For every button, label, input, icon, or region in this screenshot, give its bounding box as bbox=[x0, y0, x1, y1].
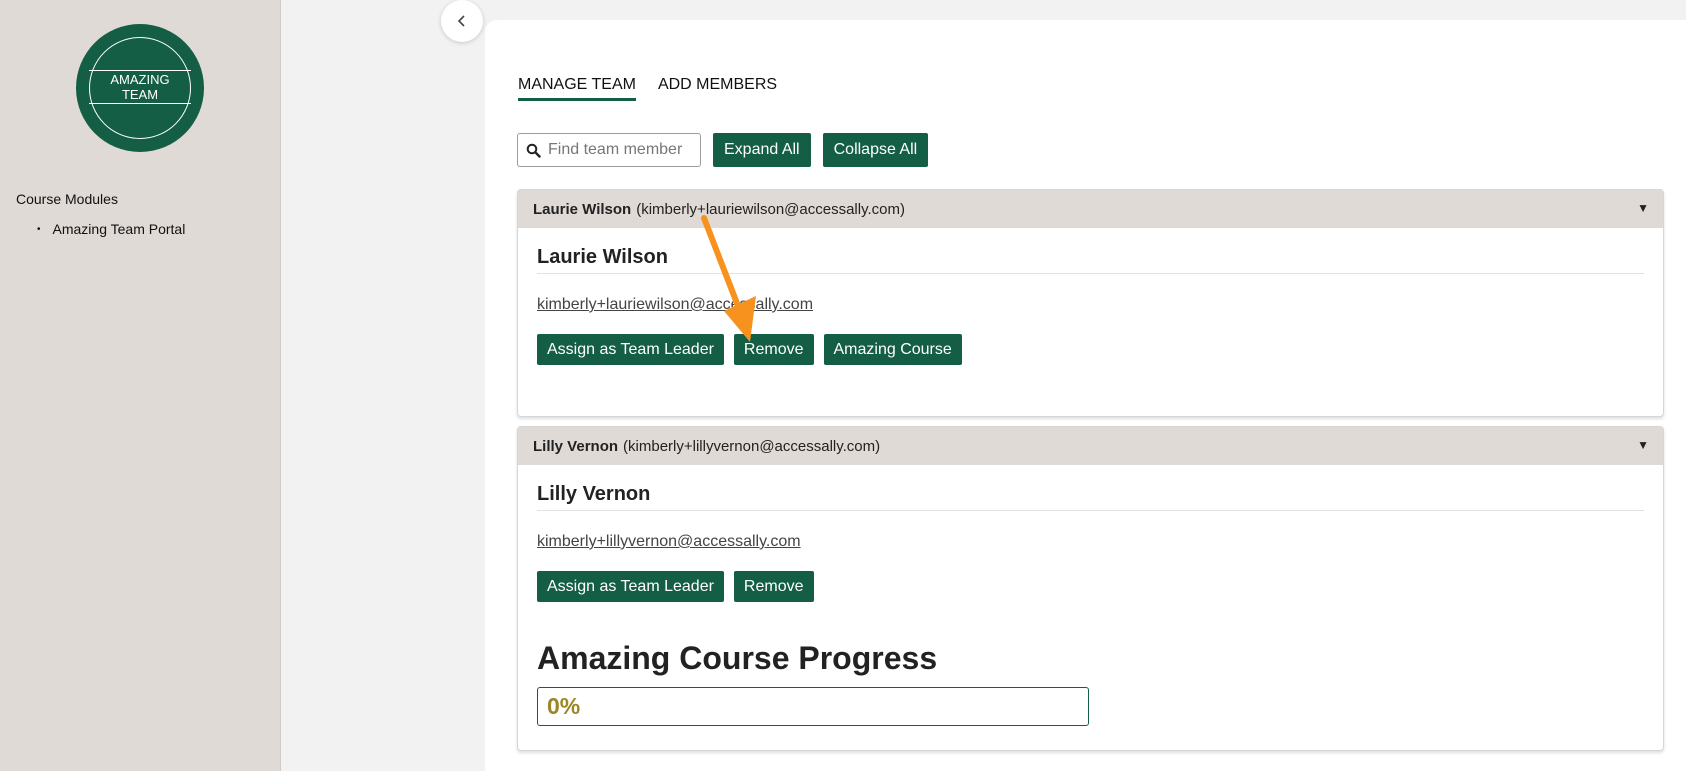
module-label[interactable]: Amazing Team Portal bbox=[53, 221, 186, 237]
bullet-icon: • bbox=[37, 223, 41, 235]
sidebar: AMAZING TEAM Course Modules • Amazing Te… bbox=[0, 0, 281, 771]
member-card-body: Laurie Wilson kimberly+lauriewilson@acce… bbox=[518, 228, 1663, 365]
expand-all-button[interactable]: Expand All bbox=[713, 133, 811, 167]
collapse-all-button[interactable]: Collapse All bbox=[822, 133, 929, 167]
course-modules-list: • Amazing Team Portal bbox=[37, 221, 185, 237]
progress-percent: 0% bbox=[547, 693, 581, 719]
assign-team-leader-button[interactable]: Assign as Team Leader bbox=[537, 334, 724, 365]
caret-down-icon[interactable]: ▼ bbox=[1637, 438, 1649, 452]
member-card-header[interactable]: Lilly Vernon (kimberly+lillyvernon@acces… bbox=[518, 427, 1663, 465]
member-actions: Assign as Team Leader Remove Amazing Cou… bbox=[537, 334, 1644, 365]
member-header-name: Lilly Vernon bbox=[533, 437, 619, 455]
course-modules-title: Course Modules bbox=[16, 191, 118, 207]
member-header-name: Laurie Wilson bbox=[533, 200, 632, 218]
tab-bar: MANAGE TEAM ADD MEMBERS bbox=[518, 76, 777, 101]
member-name: Laurie Wilson bbox=[537, 228, 1644, 274]
member-header-email: (kimberly+lauriewilson@accessally.com) bbox=[636, 200, 905, 218]
member-email-link[interactable]: kimberly+lauriewilson@accessally.com bbox=[537, 296, 813, 314]
caret-down-icon[interactable]: ▼ bbox=[1637, 201, 1649, 215]
module-item[interactable]: • Amazing Team Portal bbox=[37, 221, 185, 237]
search-icon bbox=[526, 143, 541, 158]
tab-manage-team[interactable]: MANAGE TEAM bbox=[518, 76, 636, 101]
chevron-left-icon bbox=[457, 15, 465, 27]
amazing-course-button[interactable]: Amazing Course bbox=[823, 334, 962, 365]
member-card-header[interactable]: Laurie Wilson (kimberly+lauriewilson@acc… bbox=[518, 190, 1663, 228]
course-progress-bar: 0% bbox=[537, 687, 1089, 726]
remove-member-button[interactable]: Remove bbox=[733, 571, 814, 602]
member-card-body: Lilly Vernon kimberly+lillyvernon@access… bbox=[518, 465, 1663, 726]
assign-team-leader-button[interactable]: Assign as Team Leader bbox=[537, 571, 724, 602]
member-card: Laurie Wilson (kimberly+lauriewilson@acc… bbox=[517, 189, 1664, 417]
member-header-email: (kimberly+lillyvernon@accessally.com) bbox=[623, 437, 881, 455]
member-name: Lilly Vernon bbox=[537, 465, 1644, 511]
tab-add-members[interactable]: ADD MEMBERS bbox=[658, 76, 777, 101]
member-card: Lilly Vernon (kimberly+lillyvernon@acces… bbox=[517, 426, 1664, 751]
search-box[interactable] bbox=[517, 133, 701, 167]
remove-member-button[interactable]: Remove bbox=[733, 334, 814, 365]
main-panel: MANAGE TEAM ADD MEMBERS Expand All Colla… bbox=[485, 20, 1686, 771]
logo-ring: AMAZING TEAM bbox=[89, 37, 191, 139]
team-logo: AMAZING TEAM bbox=[76, 24, 204, 152]
search-input[interactable] bbox=[546, 140, 700, 160]
logo-text: AMAZING TEAM bbox=[89, 70, 191, 104]
member-actions: Assign as Team Leader Remove bbox=[537, 571, 1644, 602]
member-email-link[interactable]: kimberly+lillyvernon@accessally.com bbox=[537, 533, 801, 551]
toolbar: Expand All Collapse All bbox=[517, 133, 929, 167]
course-progress-title: Amazing Course Progress bbox=[537, 640, 938, 676]
collapse-sidebar-button[interactable] bbox=[441, 0, 483, 42]
